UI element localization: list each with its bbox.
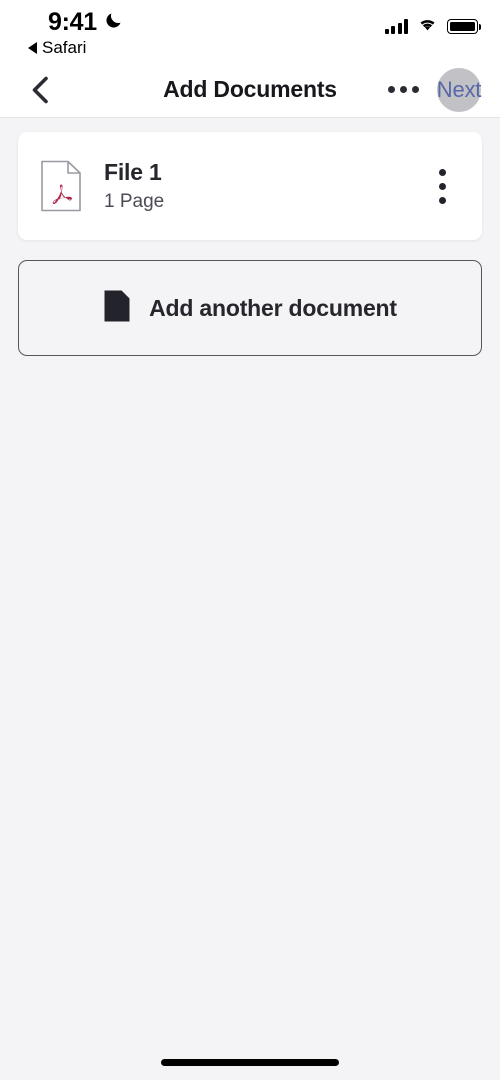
document-list-item[interactable]: File 1 1 Page: [18, 132, 482, 240]
add-another-document-button[interactable]: Add another document: [18, 260, 482, 356]
main-content: File 1 1 Page Add another document: [0, 118, 500, 356]
more-options-button[interactable]: [378, 68, 428, 112]
back-to-safari-link[interactable]: Safari: [26, 39, 86, 56]
document-menu-button[interactable]: [422, 162, 462, 210]
kebab-dot: [438, 196, 446, 204]
document-page-count: 1 Page: [104, 190, 165, 212]
document-name: File 1: [104, 159, 162, 186]
kebab-dot: [438, 182, 446, 190]
moon-icon: [104, 10, 124, 35]
ellipsis-dot: [399, 86, 407, 93]
ellipsis-dot: [387, 86, 395, 93]
next-button-label: Next: [436, 76, 482, 102]
document-add-icon: [103, 289, 131, 328]
kebab-dot: [438, 168, 446, 176]
status-bar: 9:41 Safari: [0, 0, 500, 62]
status-time: 9:41: [48, 8, 97, 36]
wifi-icon: [417, 16, 438, 37]
next-button[interactable]: Next: [428, 67, 490, 112]
triangle-left-icon: [28, 41, 37, 54]
back-to-app-label: Safari: [42, 38, 87, 57]
ellipsis-dot: [411, 86, 419, 93]
signal-bars-icon: [384, 19, 408, 34]
navigation-bar: Add Documents Next: [0, 62, 500, 118]
phone-screen: 9:41 Safari Add Documents Next File 1 1 …: [0, 0, 500, 1080]
pdf-file-icon: [38, 160, 84, 212]
battery-full-icon: [447, 19, 482, 34]
home-indicator-bar[interactable]: [161, 1059, 339, 1066]
add-another-document-label: Add another document: [149, 294, 397, 321]
